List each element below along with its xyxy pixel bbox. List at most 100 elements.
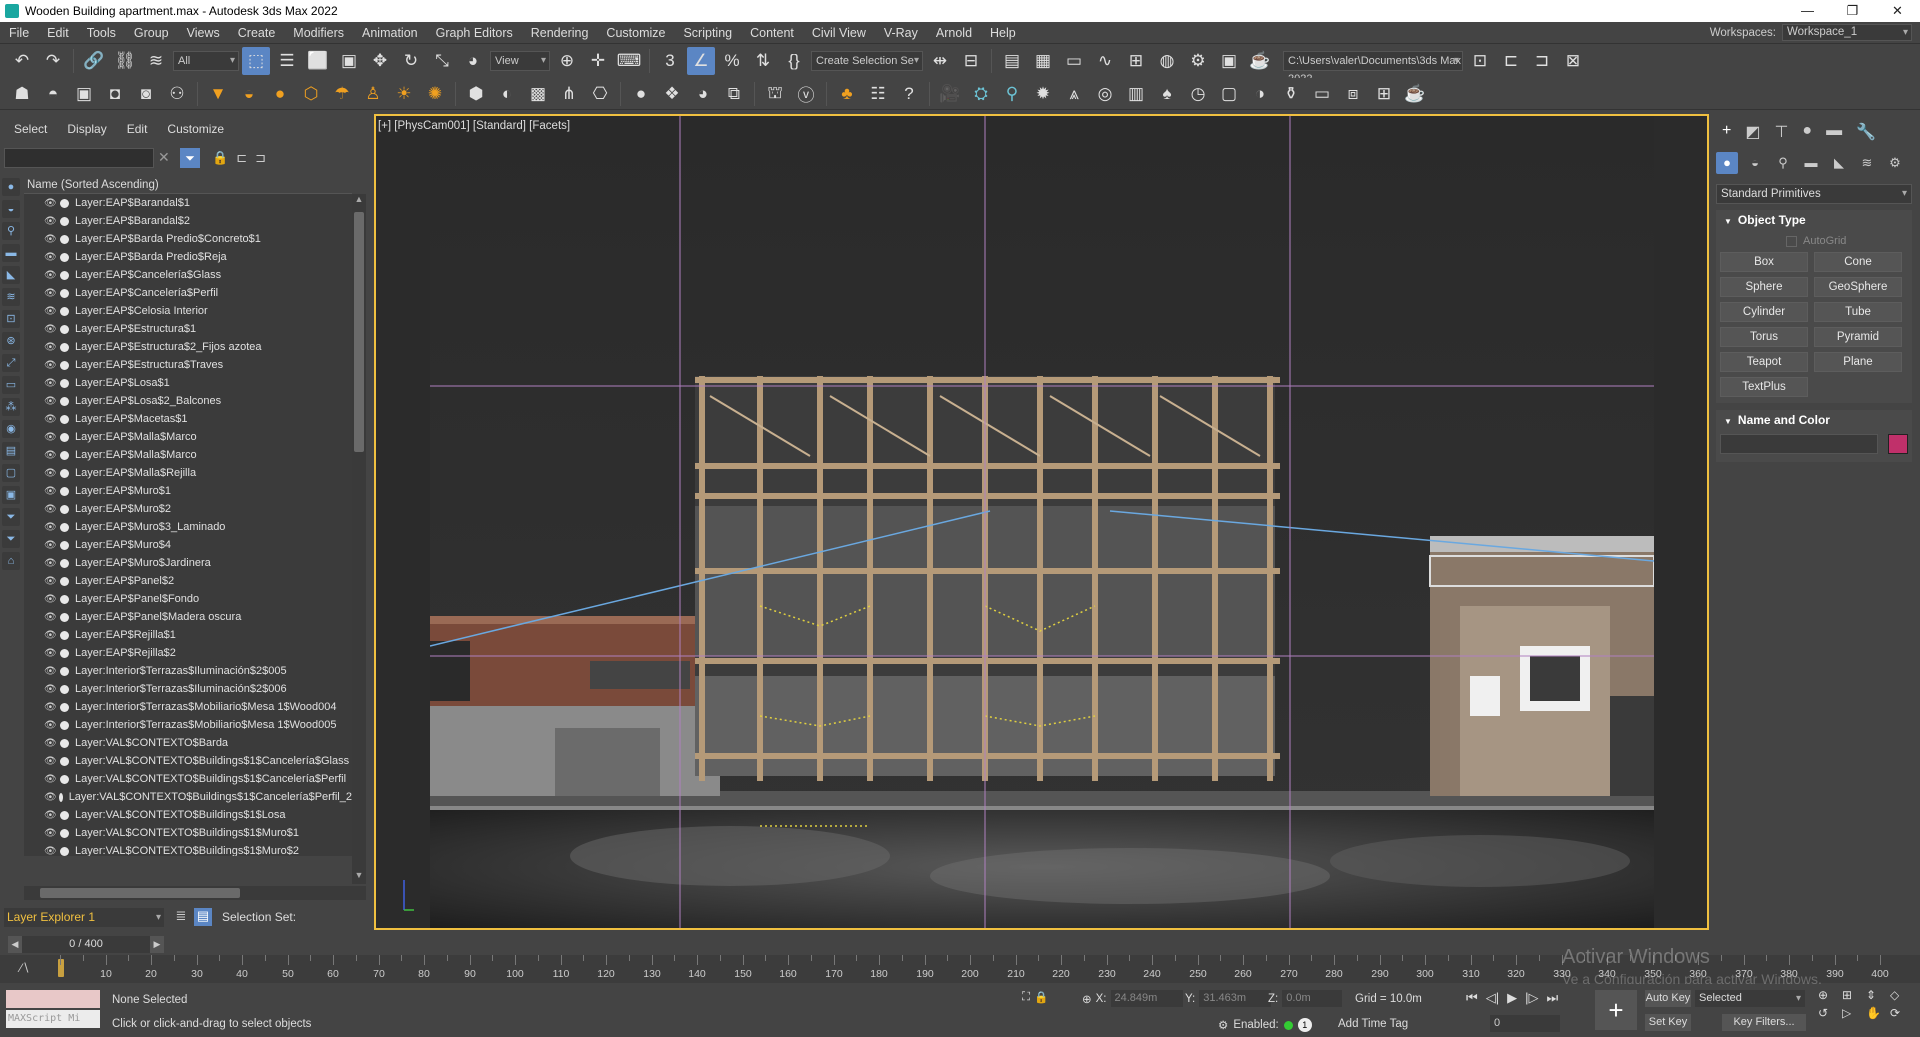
scrollbar-thumb[interactable] — [354, 212, 364, 452]
visibility-eye-icon[interactable]: 👁 — [44, 414, 58, 425]
filter-containers-icon[interactable]: ▭ — [2, 376, 20, 394]
renderable-dot-icon[interactable] — [60, 612, 69, 622]
renderable-dot-icon[interactable] — [60, 378, 69, 388]
curve-editor-mini-icon[interactable]: ⁄∖ — [20, 961, 30, 975]
vray-clipper-icon[interactable]: ⎔ — [586, 80, 614, 108]
y-coordinate-field[interactable]: 31.463m — [1199, 990, 1272, 1007]
modify-tab-icon[interactable]: ◩ — [1745, 122, 1760, 142]
renderable-dot-icon[interactable] — [58, 792, 63, 802]
link-icon[interactable]: 🔗 — [80, 47, 108, 75]
scene-row[interactable]: 👁 Layer:EAP$Rejilla$2 — [24, 644, 352, 662]
object-name-input[interactable] — [1720, 434, 1878, 454]
visibility-eye-icon[interactable]: 👁 — [44, 378, 58, 389]
window-crossing-icon[interactable]: ▣ — [335, 47, 363, 75]
plane-button[interactable]: Plane — [1814, 352, 1902, 372]
filter-lights-icon[interactable]: ⚲ — [2, 222, 20, 240]
vray-ies-light-icon[interactable]: ♙ — [359, 80, 387, 108]
scroll-down-icon[interactable]: ▼ — [352, 870, 366, 884]
menu-content[interactable]: Content — [741, 22, 803, 44]
scene-row[interactable]: 👁 Layer:EAP$Malla$Marco — [24, 446, 352, 464]
vray-sphere-light-icon[interactable]: ● — [266, 80, 294, 108]
visibility-eye-icon[interactable]: 👁 — [44, 486, 58, 497]
go-to-start-icon[interactable]: ⏮ — [1466, 990, 1478, 1006]
menu-tools[interactable]: Tools — [78, 22, 125, 44]
renderable-dot-icon[interactable] — [60, 702, 69, 712]
systems-icon[interactable]: ⚙ — [1884, 152, 1906, 174]
renderable-dot-icon[interactable] — [60, 738, 69, 748]
vray-mesh-light-icon[interactable]: ⬡ — [297, 80, 325, 108]
menu-arnold[interactable]: Arnold — [927, 22, 981, 44]
vray-lister-icon[interactable]: ⚇ — [163, 80, 191, 108]
renderable-dot-icon[interactable] — [60, 414, 69, 424]
se-menu-select[interactable]: Select — [14, 122, 47, 136]
named-selection-dropdown[interactable]: Create Selection Se — [811, 51, 923, 71]
vray-dome-light-icon[interactable]: ◒ — [235, 80, 263, 108]
project-folder-dropdown[interactable]: C:\Users\valer\Documents\3ds Max 2022 — [1283, 51, 1463, 85]
visibility-eye-icon[interactable]: 👁 — [44, 468, 58, 479]
visibility-eye-icon[interactable]: 👁 — [44, 198, 58, 209]
menu-animation[interactable]: Animation — [353, 22, 427, 44]
renderable-dot-icon[interactable] — [60, 522, 69, 532]
box-button[interactable]: Box — [1720, 252, 1808, 272]
vray-scatter-icon[interactable]: ▩ — [524, 80, 552, 108]
renderable-dot-icon[interactable] — [60, 270, 69, 280]
filter-bones-icon[interactable]: ⤢ — [2, 354, 20, 372]
scene-row[interactable]: 👁 Layer:EAP$Barda Predio$Reja — [24, 248, 352, 266]
field-of-view-icon[interactable]: ▷ — [1842, 1006, 1864, 1020]
visibility-eye-icon[interactable]: 👁 — [44, 360, 58, 371]
horizontal-scrollbar[interactable] — [24, 886, 366, 900]
vray-fur-icon[interactable]: ⋔ — [555, 80, 583, 108]
arnold-render-icon[interactable]: ⧉ — [720, 80, 748, 108]
renderable-dot-icon[interactable] — [60, 846, 69, 856]
scene-row[interactable]: 👁 Layer:EAP$Panel$Madera oscura — [24, 608, 352, 626]
renderable-dot-icon[interactable] — [60, 558, 69, 568]
scene-row[interactable]: 👁 Layer:Interior$Terrazas$Mobiliario$Mesa… — [24, 716, 352, 734]
enabled-indicator-icon[interactable] — [1283, 1020, 1293, 1030]
select-object-icon[interactable]: ⬚ — [242, 47, 270, 75]
vray-sun-icon[interactable]: ☀ — [390, 80, 418, 108]
torus-button[interactable]: Torus — [1720, 327, 1808, 347]
geometry-icon[interactable]: ● — [1716, 152, 1738, 174]
filter-selected-icon[interactable]: ▣ — [2, 486, 20, 504]
renderable-dot-icon[interactable] — [60, 648, 69, 658]
scene-row[interactable]: 👁 Layer:EAP$Barandal$2 — [24, 212, 352, 230]
renderable-dot-icon[interactable] — [60, 540, 69, 550]
filter-icon[interactable]: ⏷ — [180, 148, 200, 168]
visibility-eye-icon[interactable]: 👁 — [44, 576, 58, 587]
workspace-dropdown[interactable]: Workspace_1 — [1782, 24, 1912, 41]
filter-helpers-icon[interactable]: ◣ — [2, 266, 20, 284]
help-icon[interactable]: ? — [895, 80, 923, 108]
column-header-name[interactable]: Name (Sorted Ascending) — [24, 176, 352, 194]
menu-scripting[interactable]: Scripting — [674, 22, 741, 44]
menu-views[interactable]: Views — [178, 22, 229, 44]
scene-row[interactable]: 👁 Layer:EAP$Barda Predio$Concreto$1 — [24, 230, 352, 248]
scene-row[interactable]: 👁 Layer:EAP$Malla$Rejilla — [24, 464, 352, 482]
pivot-center-icon[interactable]: ⊕ — [553, 47, 581, 75]
orbit-icon[interactable]: ⟳ — [1890, 1006, 1912, 1020]
filter-spacewarps-icon[interactable]: ≋ — [2, 288, 20, 306]
menu-help[interactable]: Help — [981, 22, 1025, 44]
renderable-dot-icon[interactable] — [60, 198, 69, 208]
time-slider-frame[interactable]: 0 / 400 — [26, 936, 146, 953]
scroll-up-icon[interactable]: ▲ — [352, 194, 366, 208]
vray-proxy-icon[interactable]: ⬢ — [462, 80, 490, 108]
edit-named-selection-icon[interactable]: {} — [780, 47, 808, 75]
scene-row[interactable]: 👁 Layer:VAL$CONTEXTO$Buildings$1$Canceler… — [24, 752, 352, 770]
scene-row[interactable]: 👁 Layer:EAP$Estructura$1 — [24, 320, 352, 338]
visibility-eye-icon[interactable]: 👁 — [44, 684, 58, 695]
visibility-eye-icon[interactable]: 👁 — [44, 702, 58, 713]
visibility-eye-icon[interactable]: 👁 — [44, 828, 58, 839]
renderable-dot-icon[interactable] — [60, 576, 69, 586]
hierarchy-tab-icon[interactable]: ⊤ — [1774, 122, 1788, 142]
vray-render-icon[interactable]: ◓ — [39, 80, 67, 108]
perspective-icon[interactable]: ◇ — [1890, 988, 1912, 1002]
vray-logo-icon[interactable]: ⓥ — [792, 80, 820, 108]
lock-icon[interactable]: 🔒 — [212, 150, 228, 166]
layout-icon-2[interactable]: ⊐ — [1528, 47, 1556, 75]
autogrid-checkbox[interactable]: AutoGrid — [1786, 230, 1912, 252]
filter-funnel-alt-icon[interactable]: ⏷ — [2, 530, 20, 548]
helpers-icon[interactable]: ◣ — [1828, 152, 1850, 174]
scene-row[interactable]: 👁 Layer:Interior$Terrazas$Iluminación$2$0… — [24, 662, 352, 680]
scene-row[interactable]: 👁 Layer:VAL$CONTEXTO$Buildings$1$Canceler… — [24, 788, 352, 806]
vray-frame-buffer-icon[interactable]: ▣ — [70, 80, 98, 108]
